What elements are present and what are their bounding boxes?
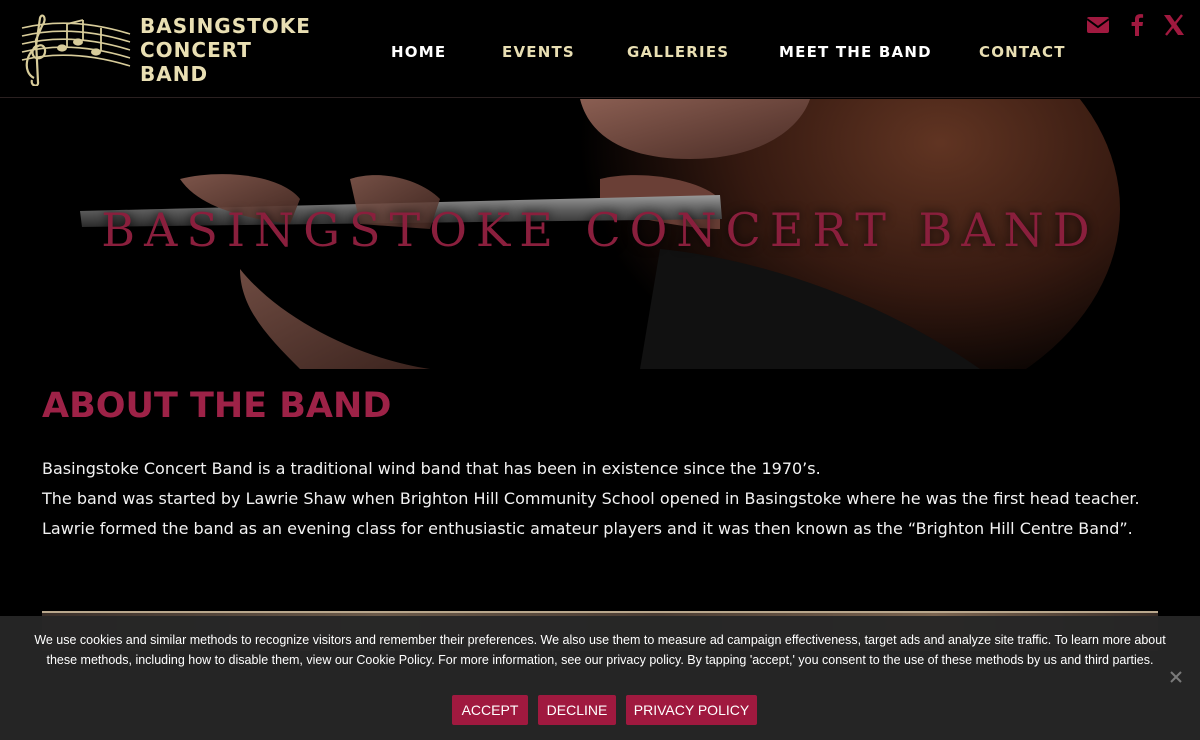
nav-events-link[interactable]: EVENTS — [502, 43, 575, 61]
site-header: BASINGSTOKE CONCERT BAND HOME EVENTS GAL… — [0, 0, 1200, 98]
logo-line-1: BASINGSTOKE — [140, 14, 311, 38]
about-text: Basingstoke Concert Band is a traditiona… — [42, 454, 1167, 544]
about-paragraph-1: Basingstoke Concert Band is a traditiona… — [42, 459, 821, 478]
close-icon[interactable] — [1168, 669, 1184, 685]
facebook-icon[interactable] — [1124, 12, 1150, 38]
nav-meet-the-band-link[interactable]: MEET THE BAND — [779, 43, 932, 61]
about-paragraph-2: The band was started by Lawrie Shaw when… — [42, 489, 1140, 538]
hero-title: BASINGSTOKE CONCERT BAND — [101, 203, 1099, 257]
x-icon[interactable] — [1161, 12, 1187, 38]
main-nav: HOME EVENTS GALLERIES MEET THE BAND CONT… — [0, 43, 1200, 65]
envelope-icon[interactable] — [1085, 12, 1111, 38]
about-heading: ABOUT THE BAND — [42, 386, 392, 426]
privacy-policy-button[interactable]: PRIVACY POLICY — [626, 695, 757, 725]
cookie-accept-button[interactable]: ACCEPT — [452, 695, 528, 725]
cookie-notice: We use cookies and similar methods to re… — [0, 616, 1200, 740]
logo-line-3: BAND — [140, 62, 209, 86]
nav-contact-link[interactable]: CONTACT — [979, 43, 1066, 61]
cookie-decline-button[interactable]: DECLINE — [538, 695, 616, 725]
nav-home-link[interactable]: HOME — [391, 43, 446, 61]
cookie-buttons: ACCEPT DECLINE PRIVACY POLICY — [0, 695, 1200, 725]
cookie-notice-text: We use cookies and similar methods to re… — [34, 633, 1166, 667]
nav-galleries-link[interactable]: GALLERIES — [627, 43, 729, 61]
hero-banner: BASINGSTOKE CONCERT BAND — [0, 99, 1200, 369]
